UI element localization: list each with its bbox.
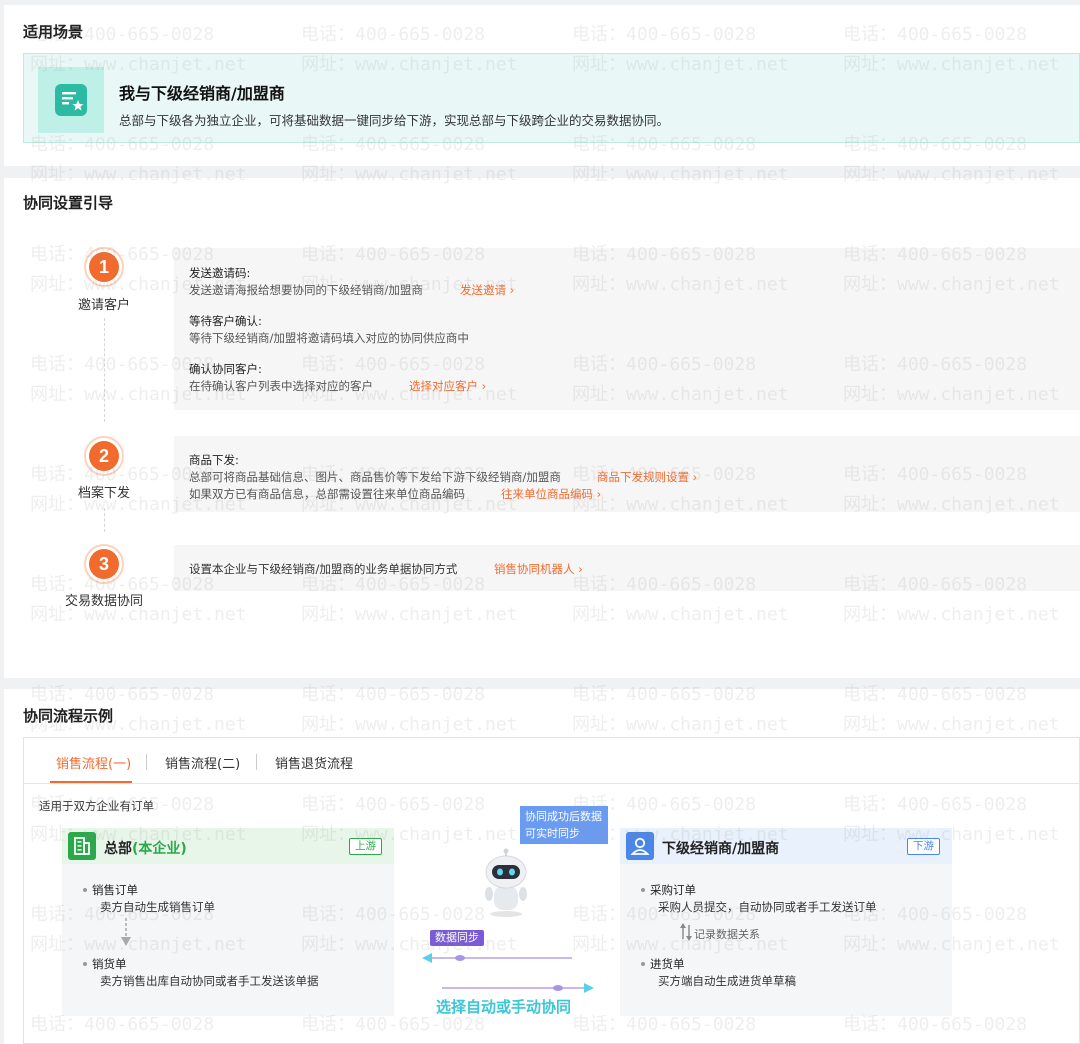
scene-section-title: 适用场景 xyxy=(23,23,84,41)
hq-card: 总部(本企业) 上游 销售订单 卖方自动生成销售订单 销货单 卖方销售出库自动协… xyxy=(62,828,394,1016)
hq-item-delivery-title: 销货单 xyxy=(83,957,127,971)
step-1-number: 1 xyxy=(89,252,119,282)
guide-section-title: 协同设置引导 xyxy=(23,194,114,212)
flow-note: 适用于双方企业有订单 xyxy=(39,799,154,813)
sales-robot-link[interactable]: 销售协同机器人 › xyxy=(494,561,583,577)
scene-card-title: 我与下级经销商/加盟商 xyxy=(119,84,285,103)
wait-confirm-title: 等待客户确认: xyxy=(189,314,262,328)
tab-divider xyxy=(146,754,147,770)
hq-item-sales-order-desc: 卖方自动生成销售订单 xyxy=(100,900,215,914)
hq-card-header: 总部(本企业) 上游 xyxy=(62,828,394,864)
confirm-customer-desc: 在待确认客户列表中选择对应的客户 xyxy=(189,379,373,393)
sync-arrows-icon xyxy=(422,948,594,1001)
scene-section: 适用场景 我与下级经销商/加盟商 总部与下级各为独立企业，可将基础数据一键同步给… xyxy=(4,5,1080,166)
robot-icon xyxy=(476,848,536,921)
hq-item-sales-order-title: 销售订单 xyxy=(83,883,138,897)
sub-item-purchase-order-desc: 采购人员提交，自动协同或者手工发送订单 xyxy=(658,900,877,914)
chevron-right-icon: › xyxy=(509,283,515,297)
bubble-line-1: 协同成功后数据 xyxy=(525,810,602,823)
step-3-box: 设置本企业与下级经销商/加盟商的业务单据协同方式 销售协同机器人 › xyxy=(174,545,1080,591)
tab-divider xyxy=(256,754,257,770)
bubble-line-2: 可实时同步 xyxy=(525,827,580,840)
product-code-desc: 如果双方已有商品信息，总部需设置往来单位商品编码 xyxy=(189,487,465,501)
flow-panel: 销售流程(一) 销售流程(二) 销售退货流程 适用于双方企业有订单 总部(本企业… xyxy=(23,737,1080,1044)
step-1-label: 邀请客户 xyxy=(77,298,130,313)
step-3-label: 交易数据协同 xyxy=(64,594,143,609)
flow-section-title: 协同流程示例 xyxy=(23,707,114,725)
step-1-box: 发送邀请码: 发送邀请海报给想要协同的下级经销商/加盟商 发送邀请 › 等待客户… xyxy=(174,248,1080,410)
sub-item-receipt-title: 进货单 xyxy=(641,957,685,971)
chevron-right-icon: › xyxy=(692,470,698,484)
trade-sync-desc: 设置本企业与下级经销商/加盟商的业务单据协同方式 xyxy=(189,562,458,576)
sub-dealer-card: 下级经销商/加盟商 下游 采购订单 采购人员提交，自动协同或者手工发送订单 记录… xyxy=(620,828,952,1016)
sub-item-receipt-desc: 买方端自动生成进货单草稿 xyxy=(658,974,796,988)
scene-card[interactable]: 我与下级经销商/加盟商 总部与下级各为独立企业，可将基础数据一键同步给下游，实现… xyxy=(23,53,1080,143)
sub-dealer-card-header: 下级经销商/加盟商 下游 xyxy=(620,828,952,864)
document-star-icon xyxy=(38,67,104,133)
confirm-customer-title: 确认协同客户: xyxy=(189,362,262,376)
step-2-circle: 2 xyxy=(84,436,124,476)
up-down-arrows-icon xyxy=(680,923,692,944)
user-icon xyxy=(626,832,654,860)
product-rule-link[interactable]: 商品下发规则设置 › xyxy=(597,469,697,485)
flow-tabs: 销售流程(一) 销售流程(二) 销售退货流程 xyxy=(24,738,1079,784)
chevron-right-icon: › xyxy=(578,562,583,576)
chevron-right-icon: › xyxy=(596,487,602,501)
step-1-circle: 1 xyxy=(84,247,124,287)
data-sync-pill: 数据同步 xyxy=(430,930,484,946)
hq-item-delivery-desc: 卖方销售出库自动协同或者手工发送该单据 xyxy=(100,974,319,988)
wait-confirm-desc: 等待下级经销商/加盟将邀请码填入对应的协同供应商中 xyxy=(189,331,469,345)
send-invite-link[interactable]: 发送邀请 › xyxy=(460,282,514,298)
hq-card-title: 总部(本企业) xyxy=(104,841,187,857)
sub-dealer-card-title: 下级经销商/加盟商 xyxy=(662,841,780,857)
step-2-box: 商品下发: 总部可将商品基础信息、图片、商品售价等下发给下游下级经销商/加盟商 … xyxy=(174,436,1080,512)
step-2-label: 档案下发 xyxy=(77,486,130,501)
tab-sales-return-flow[interactable]: 销售退货流程 xyxy=(275,753,353,772)
partner-code-link[interactable]: 往来单位商品编码 › xyxy=(501,486,601,502)
upstream-badge: 上游 xyxy=(349,838,382,855)
step-connector xyxy=(104,508,105,532)
tab-sales-flow-1[interactable]: 销售流程(一) xyxy=(56,753,131,772)
guide-section: 协同设置引导 1 邀请客户 发送邀请码: 发送邀请海报给想要协同的下级经销商/加… xyxy=(4,178,1080,678)
invite-code-title: 发送邀请码: xyxy=(189,266,251,280)
step-2-number: 2 xyxy=(89,441,119,471)
flow-section: 协同流程示例 销售流程(一) 销售流程(二) 销售退货流程 适用于双方企业有订单 xyxy=(4,689,1080,1044)
chevron-right-icon: › xyxy=(481,379,487,393)
scene-card-desc: 总部与下级各为独立企业，可将基础数据一键同步给下游，实现总部与下级跨企业的交易数… xyxy=(119,113,670,128)
product-distribute-desc: 总部可将商品基础信息、图片、商品售价等下发给下游下级经销商/加盟商 xyxy=(189,470,561,484)
downstream-badge: 下游 xyxy=(907,838,940,855)
sub-item-purchase-order-title: 采购订单 xyxy=(641,883,696,897)
step-connector xyxy=(104,318,105,422)
active-tab-indicator xyxy=(50,781,132,783)
step-3-number: 3 xyxy=(89,549,119,579)
select-customer-link[interactable]: 选择对应客户 › xyxy=(409,378,486,394)
step-3-circle: 3 xyxy=(84,544,124,584)
auto-manual-sync-text: 选择自动或手动协同 xyxy=(436,998,572,1016)
sync-tip-bubble: 协同成功后数据 可实时同步 xyxy=(520,806,608,844)
building-icon xyxy=(68,832,96,860)
record-relation-text: 记录数据关系 xyxy=(694,928,760,941)
down-arrow-icon xyxy=(120,918,132,951)
invite-code-desc: 发送邀请海报给想要协同的下级经销商/加盟商 xyxy=(189,283,423,297)
product-distribute-title: 商品下发: xyxy=(189,453,239,467)
tab-sales-flow-2[interactable]: 销售流程(二) xyxy=(165,753,240,772)
